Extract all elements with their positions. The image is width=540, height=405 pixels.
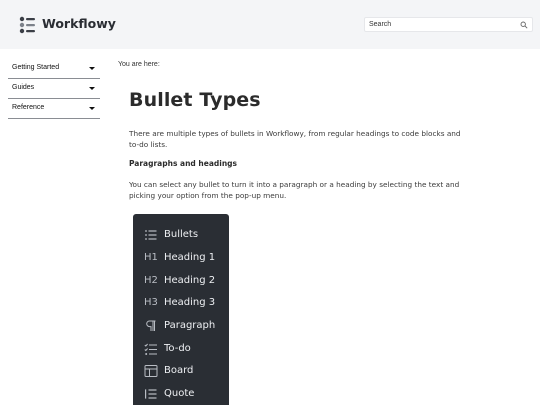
menu-item-label: Quote (164, 388, 195, 399)
sidebar-item-label: Guides (12, 84, 35, 91)
heading-3-icon: H3 (144, 297, 158, 308)
sidebar-item-guides[interactable]: Guides (8, 79, 100, 99)
sidebar-item-reference[interactable]: Reference (8, 99, 100, 119)
breadcrumb: You are here: (118, 61, 160, 68)
sidebar-item-getting-started[interactable]: Getting Started (8, 59, 100, 79)
menu-item-label: Heading 2 (164, 275, 216, 286)
menu-item-heading-3: H3 Heading 3 (133, 292, 229, 314)
menu-item-label: Heading 3 (164, 297, 216, 308)
todo-icon (144, 342, 160, 356)
search-placeholder: Search (369, 21, 392, 28)
sidebar-item-label: Reference (12, 104, 45, 111)
menu-item-heading-2: H2 Heading 2 (133, 270, 229, 292)
menu-item-board: Board (133, 360, 229, 382)
heading-1-icon: H1 (144, 252, 158, 263)
bullet-type-menu-image: Bullets H1 Heading 1 H2 Heading 2 H3 Hea… (133, 214, 229, 405)
menu-item-quote: Quote (133, 383, 229, 405)
menu-item-label: Paragraph (164, 320, 216, 331)
section-heading: Paragraphs and headings (129, 159, 238, 168)
chevron-down-icon[interactable] (89, 107, 95, 110)
quote-icon (144, 387, 160, 401)
workflowy-logo-icon[interactable] (17, 15, 37, 35)
sidebar-item-label: Getting Started (12, 64, 60, 71)
paragraph-icon (144, 319, 160, 333)
heading-2-icon: H2 (144, 275, 158, 286)
chevron-down-icon[interactable] (89, 87, 95, 90)
menu-item-bullets: Bullets (133, 224, 229, 246)
page-title: Bullet Types (129, 89, 261, 111)
chevron-down-icon[interactable] (89, 67, 95, 70)
section-paragraph: You can select any bullet to turn it int… (129, 180, 460, 200)
menu-item-paragraph: Paragraph (133, 315, 229, 337)
intro-paragraph: There are multiple types of bullets in W… (129, 129, 461, 149)
search-icon[interactable] (520, 21, 528, 29)
menu-item-label: Heading 1 (164, 252, 216, 263)
menu-item-heading-1: H1 Heading 1 (133, 247, 229, 269)
menu-item-label: Bullets (164, 229, 199, 240)
menu-item-label: To-do (164, 343, 191, 354)
site-header: Workflowy Search (0, 0, 540, 49)
board-icon (144, 364, 160, 378)
search-input[interactable]: Search (364, 17, 533, 32)
menu-item-label: Board (164, 365, 194, 376)
brand-name[interactable]: Workflowy (42, 16, 116, 31)
sidebar-nav: Getting Started Guides Reference (8, 59, 100, 119)
bullets-icon (144, 228, 160, 242)
menu-item-todo: To-do (133, 338, 229, 360)
